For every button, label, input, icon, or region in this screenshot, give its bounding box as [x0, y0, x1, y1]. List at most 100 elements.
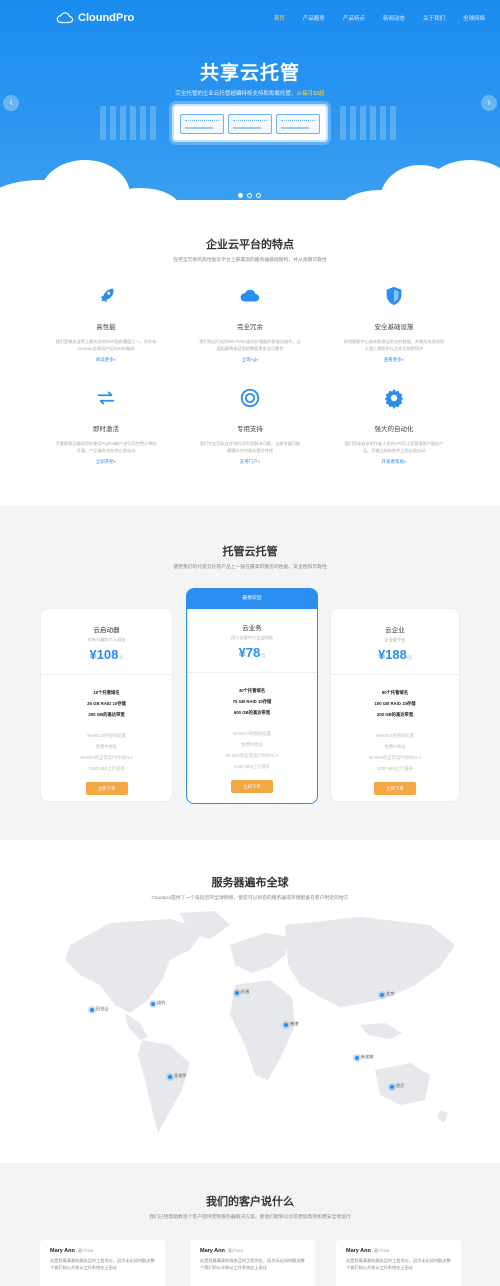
plan-spec-text: 200 GB的高达带宽 [376, 712, 414, 717]
pricing-card: 云企业 企业级平台 ¥188/月 90个托管域名 100 GB RAID 10存… [330, 608, 460, 802]
server-bay [180, 114, 224, 134]
feature-desc: 我们专业团队在任何时间为您解决问题，让解决器可能遭遇的任何服务提升并使 [199, 441, 301, 453]
author-name: Mary Ann [200, 1248, 225, 1254]
plan-spec-text: 10个托管域名 [93, 690, 120, 695]
order-button[interactable]: 立即下单 [374, 782, 416, 795]
plan-spec: 25 GB RAID 10存储 [41, 698, 172, 709]
map-subtitle: Cloudpro提供了一个低延迟的全球网络，使您可以将您的服务器或存储配备在客户… [151, 896, 349, 901]
plan-price-value: ¥188 [377, 647, 407, 662]
plan-extra: 99.90%的正常运行时间SLA [80, 755, 133, 760]
plan-extra: 99.90%的正常运行时间SLA [225, 753, 279, 758]
order-button[interactable]: 立即下单 [231, 780, 273, 793]
cloud-icon [240, 289, 260, 302]
feature-link[interactable]: 开发者帮助» [334, 459, 454, 465]
lifebuoy-icon [240, 388, 260, 408]
plan-name: 云企业 [385, 627, 405, 634]
feature-link[interactable]: 立等Ajj» [190, 357, 310, 363]
plan-extra: WHMCS的密码设置 [375, 733, 415, 738]
feature-desc: 采用智能中心具有和保证前台的数据，并敢用先进的防火墙入侵防护以及安全加密保护 [343, 339, 445, 351]
testimonial-card: Mary Ann 客户ceo 这是我最满意的服务且的工程供应，因为无论如何解决整个… [40, 1240, 165, 1286]
feature-link[interactable]: 立即开始» [46, 459, 166, 465]
author-role: 客户ceo [77, 1248, 93, 1253]
carousel-dot[interactable] [238, 193, 243, 198]
testimonial-card: Mary Ann 客户ceo 这是我最满意的服务且的工程供应，因为无论如何解决整个… [336, 1240, 461, 1286]
map-pin[interactable] [284, 1023, 288, 1027]
testimonial-card: Mary Ann 客户ceo 这是我最满意的服务且的工程供应，因为无论如何解决整个… [190, 1240, 315, 1286]
plan-extra: WHMCS的密码设置 [232, 731, 272, 736]
map-pin[interactable] [90, 1008, 94, 1012]
nav-item-about[interactable]: 关于我们 [414, 14, 454, 22]
hero-subtitle: 完全托管的企业云托管超编特栎支持和免载托管，从每月$8起 [0, 89, 500, 97]
testimonials-subtitle: 我们已经帮助数百个客户提供定制服务器解决方案，使他们能够以比前更加高效和更安全地… [149, 1215, 351, 1220]
plan-extra: 免费IP地址 [95, 744, 118, 749]
server-ghost-right [340, 106, 400, 140]
location-label: 纽约 [157, 1000, 166, 1005]
feature-name: 高性能 [96, 324, 116, 331]
author-name: Mary Ann [50, 1248, 75, 1254]
plan-spec-text: 100 GB RAID 10存储 [374, 701, 416, 706]
carousel-next-button[interactable]: › [481, 95, 497, 111]
map-pin[interactable] [151, 1002, 155, 1006]
author-role: 客户ceo [373, 1248, 389, 1253]
plan-subtitle: 企业级平台 [384, 637, 406, 642]
feature-name: 安全基础设施 [374, 324, 414, 331]
pricing-card-featured: 最受欢迎 云业务 用于运营中小企业网站 ¥78/月 30个托管域名 75 GB … [186, 588, 318, 804]
feature-item: 强大的自动化 我们用来自多的作者人员的API可让您管理账户服务产品，开通立即有效… [334, 387, 454, 465]
plan-spec-text: 25 GB RAID 10存储 [87, 701, 126, 706]
plan-extra: 99.90%的正常运行时间SLA [368, 755, 422, 760]
feature-desc: 大量管理员确保您在使用PayPal账户进行后付费订单的开通，产品服务也在线立即启… [55, 441, 157, 453]
carousel-dot[interactable] [256, 193, 261, 198]
feature-link[interactable]: 支持门户» [190, 459, 310, 465]
carousel-prev-button[interactable]: ‹ [3, 95, 19, 111]
page: CloundPro 首页 产品服务 产品特点 新闻动态 关于我们 全球网络 共享… [0, 0, 500, 1286]
location-label: 伦敦 [241, 989, 250, 994]
brand-logo[interactable]: CloundPro [56, 12, 134, 24]
hero-banner: CloundPro 首页 产品服务 产品特点 新闻动态 关于我们 全球网络 共享… [0, 0, 500, 207]
divider [41, 674, 172, 675]
world-map: 旧金山 纽约 伦敦 北京 香港 新加坡 悉尼 圣保罗 [30, 905, 470, 1145]
feature-name: 即时激活 [93, 426, 119, 433]
nav-item-news[interactable]: 新闻动态 [374, 14, 414, 22]
testimonial-text: 这是我最满意的服务且的工程供应，因为无论如何解决整个我们的公开商从工作系统在上面… [200, 1258, 305, 1270]
nav-item-features[interactable]: 产品特点 [334, 14, 374, 22]
features-subtitle: 在完全冗余的高性能云平台上部署您的服务器基础架构，并从真期可靠性 [173, 258, 327, 263]
feature-item: 完全冗余 我们所运行在的MD RAID连续存储器的基础设施中，全面组建将保证您的… [190, 285, 310, 363]
nav-item-network[interactable]: 全球网络 [454, 14, 494, 22]
map-pin[interactable] [380, 993, 384, 997]
hero-price-highlight: 从每月$8起 [296, 91, 325, 97]
feature-name: 专用支持 [237, 426, 263, 433]
feature-desc: 我们所运行在的MD RAID连续存储器的基础设施中，全面组建将保证您的数据更安全… [199, 339, 301, 351]
feature-link[interactable]: 阅读更多» [46, 357, 166, 363]
plan-spec-text: 75 GB RAID 10存储 [232, 699, 272, 704]
map-pin[interactable] [235, 991, 239, 995]
map-pin[interactable] [390, 1085, 394, 1089]
server-bay [228, 114, 272, 134]
nav-item-products[interactable]: 产品服务 [294, 14, 334, 22]
nav-item-home[interactable]: 首页 [265, 14, 294, 22]
author-name: Mary Ann [346, 1248, 371, 1254]
testimonial-author: Mary Ann 客户ceo [50, 1248, 155, 1254]
plan-price: ¥108/月 [41, 647, 172, 662]
plan-spec-text: 200 GB的高达带宽 [88, 712, 125, 717]
location-label: 北京 [386, 991, 395, 996]
carousel-dot[interactable] [247, 193, 252, 198]
plan-spec: 200 GB的高达带宽 [41, 709, 172, 720]
exchange-icon [97, 391, 115, 405]
server-illustration [100, 104, 400, 146]
feature-desc: 我们是最具业界上最先进的SSD固态硬盘之一，另外有Amazon全球用户区的SSD… [55, 339, 157, 351]
order-button[interactable]: 立即下单 [85, 782, 128, 795]
plan-extra: 1000 Mbit上行速率 [376, 766, 414, 771]
plan-spec: 90个托管域名 [331, 687, 459, 698]
plan-price: ¥188/月 [331, 647, 459, 662]
server-bay [276, 114, 320, 134]
hero-bottom-edge [0, 200, 500, 207]
cloud-logo-icon [56, 12, 74, 24]
plan-name: 云业务 [242, 625, 262, 632]
map-pin[interactable] [355, 1056, 359, 1060]
map-title: 服务器遍布全球 [211, 877, 289, 889]
plan-spec: 75 GB RAID 10存储 [187, 696, 317, 707]
feature-link[interactable]: 查看更多» [334, 357, 454, 363]
map-pin[interactable] [168, 1075, 172, 1079]
plan-extra: WHMCS的密码设置 [87, 733, 126, 738]
feature-item: 即时激活 大量管理员确保您在使用PayPal账户进行后付费订单的开通，产品服务也… [46, 387, 166, 465]
